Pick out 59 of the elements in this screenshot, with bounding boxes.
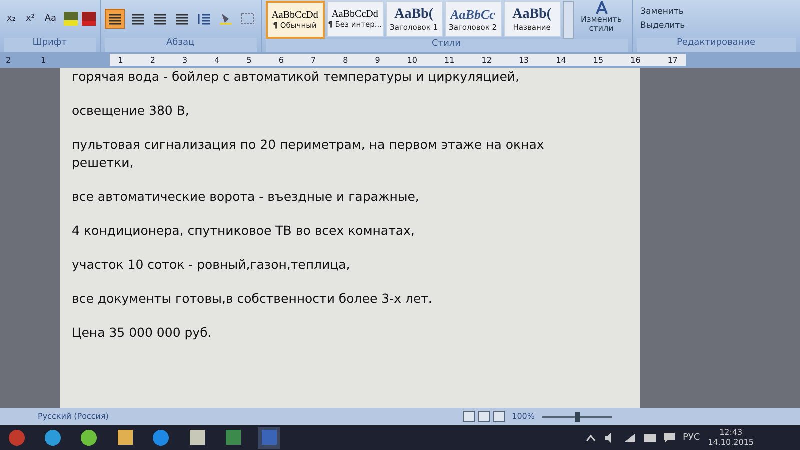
ruler-number: 8 bbox=[343, 56, 348, 64]
style-sample: AaBbCc bbox=[450, 6, 496, 22]
format-button[interactable]: x₂ bbox=[4, 12, 19, 26]
group-label: Стили bbox=[266, 39, 628, 52]
paragraph: пультовая сигнализация по 20 периметрам, на первом этаже на окнах решетки, bbox=[72, 136, 546, 172]
ruler-number: 10 bbox=[407, 56, 418, 64]
wifi-icon[interactable] bbox=[624, 432, 636, 442]
ruler-number: 5 bbox=[246, 56, 252, 64]
ruler-number: 13 bbox=[518, 56, 530, 64]
style-sample: AaBbCcDd bbox=[332, 9, 378, 20]
ruler-number: 6 bbox=[278, 56, 284, 64]
paragraph: 4 кондиционера, спутниковое ТВ во всех комнатах, bbox=[72, 222, 416, 240]
view-icon[interactable] bbox=[478, 411, 490, 422]
style-sample: AaBb( bbox=[512, 6, 552, 22]
group-label: Шрифт bbox=[4, 38, 96, 52]
paragraph: горячая вода - бойлер с автоматикой температуры и циркуляцией, bbox=[72, 68, 520, 86]
ruler-number: 17 bbox=[668, 56, 678, 64]
editing-button[interactable]: Выделить bbox=[636, 20, 690, 32]
clock[interactable]: 12:43 14.10.2015 bbox=[708, 428, 754, 448]
paragraph: все документы готовы,в собственности более 3-х лет. bbox=[72, 290, 434, 308]
letter-a-icon bbox=[594, 1, 609, 15]
ruler-number: 3 bbox=[182, 56, 188, 64]
paragraph: все автоматические ворота - въездные и гаражные, bbox=[72, 188, 420, 206]
view-icon[interactable] bbox=[463, 411, 476, 422]
clock-date: 14.10.2015 bbox=[708, 438, 754, 448]
ruler-number: 9 bbox=[375, 56, 380, 64]
format-button[interactable]: x² bbox=[22, 12, 38, 26]
ruler-number: 11 bbox=[444, 56, 455, 64]
input-language[interactable]: РУС bbox=[682, 432, 700, 442]
ruler-number: 2 bbox=[150, 56, 156, 64]
view-icon[interactable] bbox=[493, 411, 506, 422]
ruler-number: 14 bbox=[556, 56, 566, 64]
ruler-number: 2 bbox=[6, 56, 12, 64]
clock-time: 12:43 bbox=[720, 428, 743, 438]
font-color-icon[interactable] bbox=[82, 12, 96, 26]
ruler-number: 1 bbox=[41, 56, 46, 64]
chevron-up-icon[interactable] bbox=[586, 434, 596, 442]
zoom-level[interactable]: 100% bbox=[512, 412, 535, 421]
language-indicator[interactable]: Русский (Россия) bbox=[8, 412, 109, 421]
ruler-number: 15 bbox=[593, 56, 604, 64]
paragraph: Цена 35 000 000 руб. bbox=[72, 324, 213, 342]
editing-button[interactable]: Заменить bbox=[636, 6, 688, 18]
paragraph: участок 10 соток - ровный,газон,теплица, bbox=[72, 256, 352, 274]
paragraph: освещение 380 В, bbox=[72, 102, 190, 120]
ruler-number: 16 bbox=[630, 56, 641, 64]
style-sample: AaBb( bbox=[394, 6, 434, 22]
group-label: Абзац bbox=[104, 38, 257, 52]
notification-icon[interactable] bbox=[664, 432, 675, 442]
ruler-number: 1 bbox=[118, 56, 124, 64]
style-sample: AaBbCcDd bbox=[272, 10, 318, 21]
ruler-number: 4 bbox=[214, 56, 220, 64]
ruler-number: 7 bbox=[310, 56, 316, 64]
align-icon[interactable] bbox=[104, 9, 125, 29]
highlight-icon[interactable] bbox=[64, 12, 78, 26]
ruler-number: 12 bbox=[482, 56, 492, 64]
zoom-thumb[interactable] bbox=[575, 412, 580, 422]
format-button[interactable]: Aa bbox=[42, 12, 60, 26]
change-styles-button[interactable]: Изменить стили bbox=[576, 1, 628, 39]
group-label: Редактирование bbox=[636, 38, 796, 52]
